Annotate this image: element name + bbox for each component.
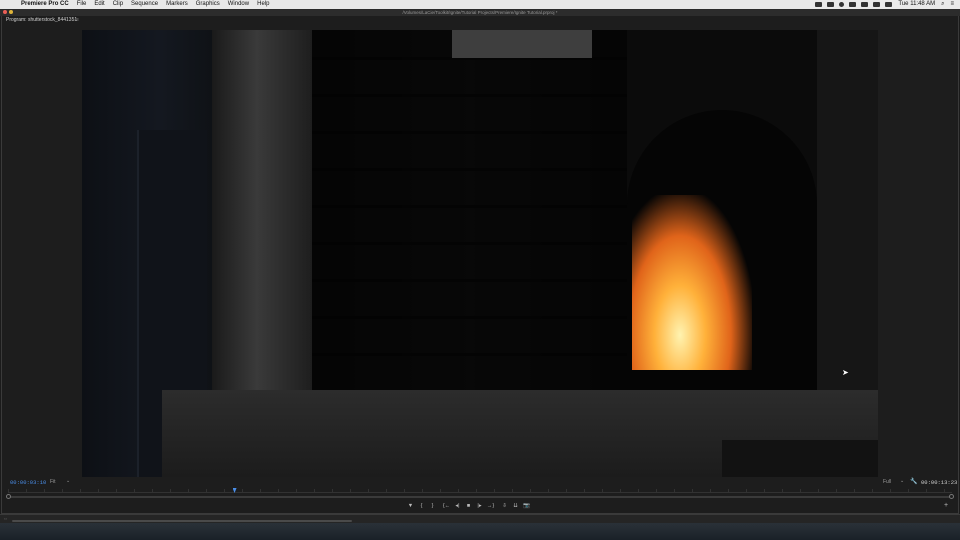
- stop-button[interactable]: ■: [463, 502, 474, 510]
- scroll-handle-right[interactable]: [949, 494, 954, 499]
- spotlight-search-icon[interactable]: ⌕: [941, 0, 944, 9]
- mouse-cursor-icon: ➤: [842, 368, 849, 377]
- menu-help[interactable]: Help: [257, 0, 269, 9]
- mark-in-button[interactable]: {: [416, 502, 427, 510]
- add-marker-button[interactable]: ▼: [405, 502, 416, 510]
- settings-wrench-icon[interactable]: 🔧: [910, 478, 917, 485]
- notification-center-icon[interactable]: ≡: [950, 0, 954, 9]
- video-stone-pillar: [212, 30, 312, 450]
- video-stone-wall: [312, 30, 627, 390]
- current-timecode[interactable]: 00:00:03:10: [10, 479, 46, 486]
- menu-file[interactable]: File: [77, 0, 87, 9]
- panel-menu-icon[interactable]: ≡: [76, 17, 79, 23]
- chevron-down-icon[interactable]: ⌄: [66, 478, 70, 484]
- export-frame-camera-icon[interactable]: 📷: [521, 502, 532, 510]
- zoom-level-select[interactable]: Fit: [50, 479, 56, 485]
- button-editor-add-icon[interactable]: +: [944, 502, 948, 509]
- menu-graphics[interactable]: Graphics: [196, 0, 220, 9]
- insert-button[interactable]: ⇩: [499, 502, 510, 510]
- duration-timecode: 00:00:13:23: [921, 479, 958, 486]
- menu-bar: Premiere Pro CC File Edit Clip Sequence …: [0, 0, 960, 9]
- video-right-wall: [817, 30, 878, 390]
- panel-title[interactable]: Program: shutterstock_8441351: [6, 17, 77, 23]
- video-fire: [632, 195, 752, 370]
- video-wall-stone: [452, 30, 592, 58]
- mark-out-button[interactable]: }: [427, 502, 438, 510]
- program-monitor-video[interactable]: ➤: [82, 30, 878, 477]
- playback-resolution-select[interactable]: Full: [883, 479, 891, 485]
- cloud-icon[interactable]: [827, 2, 835, 7]
- record-icon[interactable]: [839, 2, 845, 7]
- window-title-bar: /Volumes/LaCie/Toolkit/Ignite/Tutorial P…: [0, 9, 960, 16]
- step-forward-button[interactable]: |▸: [474, 502, 485, 510]
- go-to-out-button[interactable]: →}: [485, 502, 496, 510]
- app-menu[interactable]: Premiere Pro CC: [21, 0, 69, 9]
- desktop-background: [0, 523, 960, 540]
- time-ruler[interactable]: [8, 489, 952, 493]
- zoom-scroll-bar[interactable]: [8, 496, 952, 498]
- overwrite-button[interactable]: ⇊: [510, 502, 521, 510]
- scroll-handle-left[interactable]: [6, 494, 11, 499]
- battery-icon[interactable]: [885, 2, 893, 7]
- menu-clip[interactable]: Clip: [113, 0, 123, 9]
- wifi-icon[interactable]: [861, 2, 869, 7]
- horizontal-scrollbar[interactable]: [12, 520, 352, 522]
- menu-window[interactable]: Window: [228, 0, 249, 9]
- video-floor-shadow: [722, 440, 878, 477]
- chevron-down-icon[interactable]: ⌄: [900, 478, 904, 484]
- menubar-clock[interactable]: Tue 11:48 AM: [898, 0, 935, 9]
- menu-sequence[interactable]: Sequence: [131, 0, 158, 9]
- menu-edit[interactable]: Edit: [94, 0, 104, 9]
- status-area: Tue 11:48 AM ⌕ ≡: [810, 0, 954, 9]
- dropbox-icon[interactable]: [815, 2, 823, 7]
- menu-markers[interactable]: Markers: [166, 0, 188, 9]
- scroll-arrows-icon[interactable]: ⇔: [3, 516, 8, 522]
- go-to-in-button[interactable]: {←: [441, 502, 452, 510]
- display-icon[interactable]: [873, 2, 881, 7]
- step-back-button[interactable]: ◂|: [452, 502, 463, 510]
- window-title: /Volumes/LaCie/Toolkit/Ignite/Tutorial P…: [402, 10, 558, 15]
- bluetooth-icon[interactable]: [849, 2, 857, 7]
- transport-controls: ▼ { } {← ◂| ■ |▸ →} ⇩ ⇊ 📷: [405, 502, 532, 510]
